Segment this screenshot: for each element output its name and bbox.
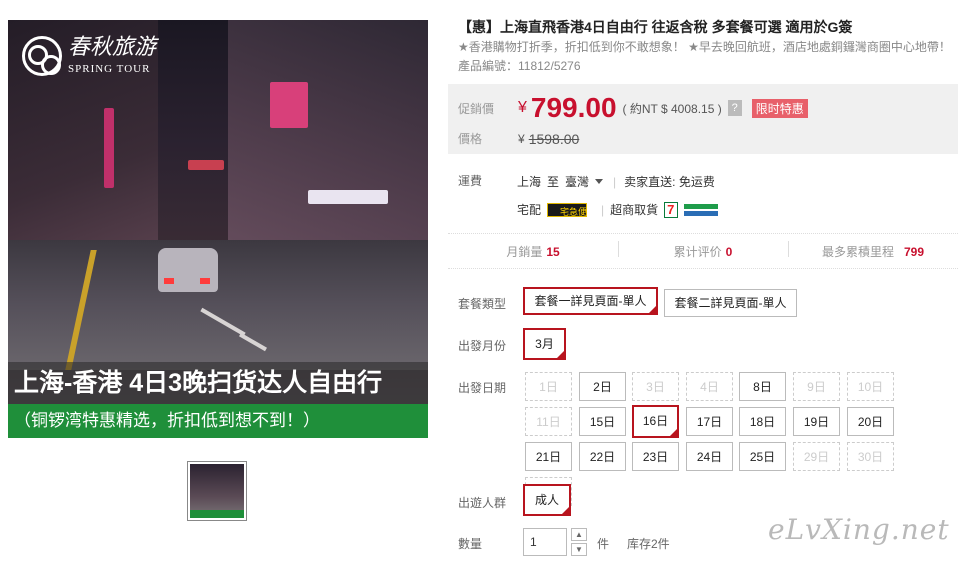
package-option-1[interactable]: 套餐一詳見頁面-單人	[523, 287, 658, 315]
quantity-decrease-button[interactable]: ▼	[571, 543, 587, 556]
site-watermark: eLvXing.net	[768, 513, 950, 546]
image-car-lights	[164, 278, 174, 284]
thumbnail-banner	[190, 510, 244, 518]
departure-date-label: 出發日期	[458, 381, 507, 395]
logo-chinese-name: 春秋旅游	[68, 35, 157, 60]
ship-from: 上海	[517, 175, 542, 189]
shipping-label: 運費	[458, 174, 483, 188]
original-currency-symbol: ¥	[518, 131, 525, 146]
black-cat-delivery-logo: 宅急便	[547, 202, 587, 217]
familymart-logo	[684, 203, 719, 216]
reviews-stat[interactable]: 累计评价 0	[618, 240, 788, 260]
date-option[interactable]: 2日	[579, 372, 626, 401]
reviews-label: 累计评价	[673, 244, 722, 259]
date-option[interactable]: 8日	[739, 372, 786, 401]
limited-offer-badge: 限时特惠	[751, 98, 808, 118]
date-option: 3日	[632, 372, 679, 401]
logo-english-name: SPRING TOUR	[68, 63, 151, 75]
mileage-label: 最多累積里程	[821, 244, 894, 259]
traveler-option-adult[interactable]: 成人	[523, 484, 571, 516]
monthly-sales-label: 月銷量	[506, 244, 543, 259]
price-help-icon[interactable]: ?	[727, 100, 742, 116]
date-option: 30日	[847, 442, 894, 471]
chevron-down-icon[interactable]	[595, 179, 604, 184]
departure-month-label: 出發月份	[458, 339, 507, 353]
date-option: 11日	[525, 407, 572, 436]
image-neon-sign	[104, 108, 114, 188]
currency-symbol: ¥	[518, 99, 527, 116]
sale-price-value: 799.00	[530, 92, 617, 123]
date-option[interactable]: 25日	[739, 442, 786, 471]
ship-destination-select[interactable]: 臺灣	[565, 173, 589, 190]
original-price-row: 價格 ¥ 1598.00	[458, 130, 579, 147]
product-subtitle: ★香港購物打折季，折扣低到你不敢想象！ ★早去晚回航班，酒店地處銅鑼灣商圈中心地…	[458, 40, 951, 54]
shipping-route: 上海 至 臺灣 | 卖家直送: 免运费	[517, 173, 715, 190]
date-option: 4日	[686, 372, 733, 401]
date-option[interactable]: 24日	[686, 442, 733, 471]
store-pickup-label: 超商取貨	[610, 203, 659, 217]
quantity-label: 數量	[458, 537, 483, 551]
sale-price-label: 促銷價	[458, 101, 495, 116]
package-option-2[interactable]: 套餐二詳見頁面-單人	[664, 289, 797, 317]
monthly-sales-stat: 月銷量 15	[448, 243, 618, 260]
divider: |	[613, 174, 617, 189]
quantity-increase-button[interactable]: ▲	[571, 528, 587, 541]
date-option[interactable]: 18日	[739, 407, 786, 436]
date-option: 10日	[847, 372, 894, 401]
spring-tour-logo: 春秋旅游 SPRING TOUR	[22, 36, 156, 76]
date-option[interactable]: 22日	[579, 442, 626, 471]
date-option[interactable]: 20日	[847, 407, 894, 436]
image-neon-sign	[270, 82, 308, 128]
home-delivery-label: 宅配	[517, 203, 542, 217]
quantity-input[interactable]	[523, 528, 567, 556]
ship-to-word: 至	[547, 175, 560, 189]
date-option[interactable]: 19日	[793, 407, 840, 436]
nt-price-value: ( 約NT $ 4008.15 )	[622, 101, 722, 116]
seven-eleven-logo	[664, 201, 679, 218]
gallery-thumbnail[interactable]	[187, 461, 247, 521]
date-option: 1日	[525, 372, 572, 401]
date-option[interactable]: 23日	[632, 442, 679, 471]
image-banner-title: 上海-香港 4日3晚扫货达人自由行	[8, 362, 428, 404]
product-title: 【惠】上海直飛香港4日自由行 往返含稅 多套餐可選 適用於G簽	[458, 19, 853, 35]
image-banner-subtitle: （铜锣湾特惠精选，折扣低到想不到！）	[8, 404, 428, 438]
image-neon-sign	[308, 190, 388, 204]
original-price-label: 價格	[458, 132, 483, 146]
spring-tour-logo-icon	[22, 36, 62, 76]
thumbnail-image	[190, 464, 244, 518]
date-option: 9日	[793, 372, 840, 401]
date-option[interactable]: 16日	[632, 405, 679, 438]
seller-shipping-note: 卖家直送: 免运费	[624, 175, 715, 189]
date-option[interactable]: 21日	[525, 442, 572, 471]
delivery-methods: 宅配 宅急便 | 超商取貨	[517, 201, 719, 218]
month-option-march[interactable]: 3月	[523, 328, 566, 360]
image-neon-sign	[188, 160, 224, 170]
monthly-sales-value: 15	[546, 244, 560, 259]
date-option[interactable]: 17日	[686, 407, 733, 436]
package-type-label: 套餐類型	[458, 297, 507, 311]
traveler-group-label: 出遊人群	[458, 496, 507, 510]
sales-stats: 月銷量 15 累计评价 0 最多累積里程 799	[448, 233, 958, 269]
divider: |	[601, 202, 605, 217]
mileage-stat: 最多累積里程 799	[788, 240, 958, 260]
stock-count: 库存2件	[627, 537, 670, 551]
quantity-unit: 件	[597, 537, 610, 551]
image-car	[158, 248, 218, 292]
sale-price-row: 促銷價 ¥ 799.00 ( 約NT $ 4008.15 ) ? 限时特惠	[458, 94, 808, 122]
reviews-value: 0	[725, 244, 733, 259]
mileage-value: 799	[903, 244, 925, 259]
date-option[interactable]: 15日	[579, 407, 626, 436]
main-product-image: 春秋旅游 SPRING TOUR 上海-香港 4日3晚扫货达人自由行 （铜锣湾特…	[8, 20, 428, 438]
original-price-value: 1598.00	[528, 130, 580, 147]
date-option: 29日	[793, 442, 840, 471]
price-box: 促銷價 ¥ 799.00 ( 約NT $ 4008.15 ) ? 限时特惠 價格…	[448, 84, 958, 154]
product-code: 產品編號：11812/5276	[458, 59, 581, 73]
